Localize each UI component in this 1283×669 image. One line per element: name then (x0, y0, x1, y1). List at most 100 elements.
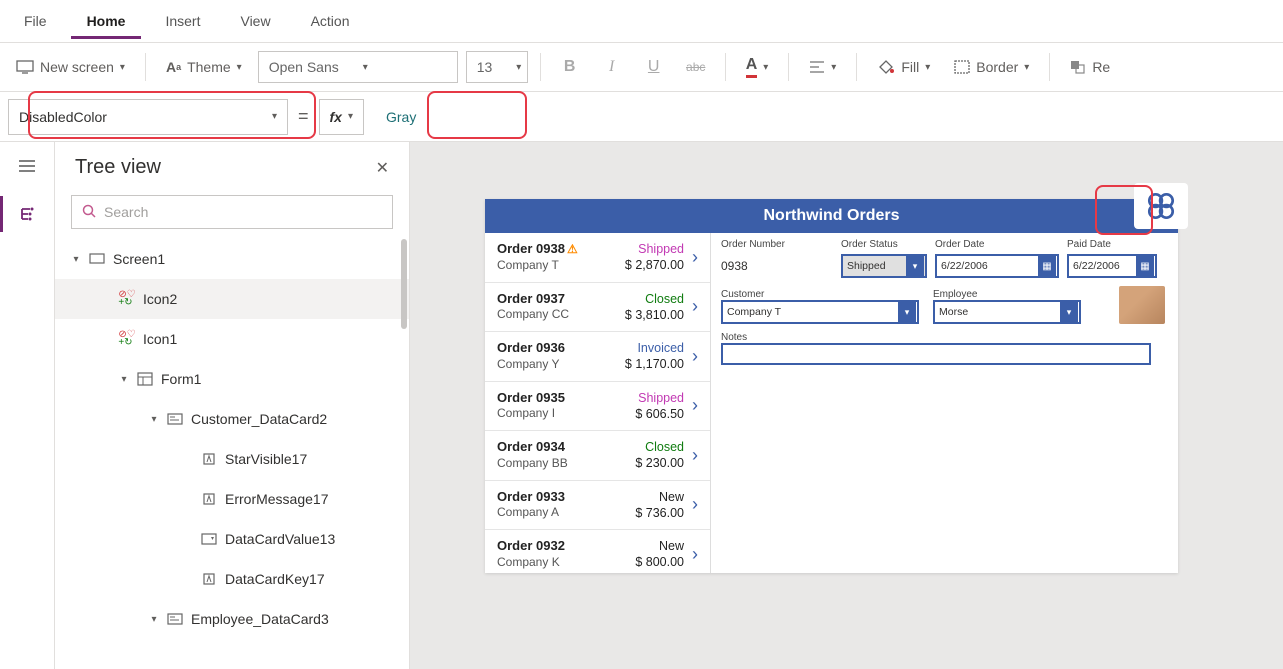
tree-item-starvisible17[interactable]: StarVisible17 (55, 439, 409, 479)
order-customer: Company K (497, 555, 565, 571)
order-number: Order 0932 (497, 538, 565, 555)
ribbon: New screen ▾ Aa Theme ▾ Open Sans ▾ 13 ▾… (0, 42, 1283, 92)
calendar-icon: ▦ (1136, 256, 1154, 276)
tree-item-icon2[interactable]: ⊘♡+↻Icon2 (55, 279, 409, 319)
app-preview: Northwind Orders Order 0938⚠Company TShi… (485, 199, 1178, 573)
tree-search[interactable]: Search (71, 195, 393, 229)
customer-dropdown[interactable]: Company T▾ (721, 300, 919, 324)
order-date-picker[interactable]: 6/22/2006▦ (935, 254, 1059, 278)
icon-double-icon: ⊘♡+↻ (119, 331, 135, 347)
menu-insert[interactable]: Insert (149, 3, 216, 39)
order-number: Order 0933 (497, 489, 565, 506)
property-name: DisabledColor (19, 109, 107, 125)
label-order-date: Order Date (935, 239, 1059, 250)
tree-item-label: ErrorMessage17 (225, 491, 329, 507)
tree-item-errormessage17[interactable]: ErrorMessage17 (55, 479, 409, 519)
order-item[interactable]: Order 0938⚠Company TShipped$ 2,870.00› (485, 233, 710, 283)
order-item[interactable]: Order 0933Company ANew$ 736.00› (485, 481, 710, 531)
menu-home[interactable]: Home (71, 3, 142, 39)
tree-item-employee_datacard3[interactable]: ▾ Employee_DataCard3 (55, 599, 409, 639)
order-status: New (659, 489, 684, 505)
app-header: Northwind Orders (485, 199, 1178, 233)
expander-icon[interactable]: ▾ (149, 414, 159, 425)
paid-date-picker[interactable]: 6/22/2006▦ (1067, 254, 1157, 278)
reorder-button[interactable]: Re (1062, 55, 1118, 79)
order-customer: Company T (497, 258, 578, 274)
order-item[interactable]: Order 0935Company IShipped$ 606.50› (485, 382, 710, 432)
expander-icon[interactable]: ▾ (71, 254, 81, 265)
chevron-right-icon: › (692, 395, 698, 416)
fill-label: Fill (901, 59, 919, 75)
order-status: Closed (645, 439, 684, 455)
order-amount: $ 800.00 (635, 554, 684, 570)
close-icon[interactable]: ✕ (376, 158, 389, 178)
tree-item-label: DataCardValue13 (225, 531, 335, 547)
menu-action[interactable]: Action (295, 3, 366, 39)
order-number: Order 0938⚠ (497, 241, 578, 258)
order-status-dropdown[interactable]: Shipped▾ (841, 254, 927, 278)
reorder-label: Re (1092, 59, 1110, 75)
chevron-right-icon: › (692, 494, 698, 515)
expander-icon[interactable]: ▾ (149, 614, 159, 625)
formula-input[interactable]: Gray (374, 99, 1275, 135)
align-icon (809, 60, 825, 74)
calendar-icon: ▦ (1038, 256, 1056, 276)
tree-item-screen1[interactable]: ▾Screen1 (55, 239, 409, 279)
italic-button[interactable]: I (595, 54, 629, 80)
order-number-value: 0938 (721, 254, 833, 278)
screen-icon (89, 253, 105, 265)
notes-input[interactable] (721, 343, 1151, 365)
chevron-right-icon: › (692, 247, 698, 268)
tree-item-datacardkey17[interactable]: DataCardKey17 (55, 559, 409, 599)
sync-icon-control[interactable] (1134, 183, 1188, 229)
reorder-icon (1070, 60, 1086, 74)
menu-view[interactable]: View (224, 3, 286, 39)
label-icon (201, 572, 217, 586)
new-screen-button[interactable]: New screen ▾ (8, 55, 133, 79)
order-item[interactable]: Order 0936Company YInvoiced$ 1,170.00› (485, 332, 710, 382)
tree-panel: Tree view ✕ Search ▾Screen1⊘♡+↻Icon2⊘♡+↻… (55, 142, 410, 669)
label-order-number: Order Number (721, 239, 833, 250)
menu-file[interactable]: File (8, 3, 63, 39)
hamburger-button[interactable] (9, 148, 45, 184)
expander-icon[interactable]: ▾ (119, 374, 129, 385)
fx-button[interactable]: fx ▾ (319, 99, 364, 135)
tree-item-label: Employee_DataCard3 (191, 611, 329, 627)
employee-dropdown[interactable]: Morse▾ (933, 300, 1081, 324)
border-icon (954, 60, 970, 74)
screen-icon (16, 60, 34, 74)
font-combo[interactable]: Open Sans ▾ (258, 51, 458, 83)
font-size-combo[interactable]: 13 ▾ (466, 51, 528, 83)
tree-view-rail-button[interactable] (0, 196, 54, 232)
order-customer: Company Y (497, 357, 565, 373)
fill-button[interactable]: Fill ▾ (869, 55, 938, 79)
scrollbar-thumb[interactable] (401, 239, 407, 329)
order-customer: Company BB (497, 456, 568, 472)
theme-button[interactable]: Aa Theme ▾ (158, 55, 250, 79)
menubar: File Home Insert View Action (0, 0, 1283, 42)
tree-item-customer_datacard2[interactable]: ▾Customer_DataCard2 (55, 399, 409, 439)
orders-gallery[interactable]: Order 0938⚠Company TShipped$ 2,870.00›Or… (485, 233, 711, 573)
underline-button[interactable]: U (637, 54, 671, 80)
tree-body: ▾Screen1⊘♡+↻Icon2⊘♡+↻Icon1▾Form1▾Custome… (55, 239, 409, 669)
chevron-down-icon: ▾ (831, 62, 836, 73)
tree-item-icon1[interactable]: ⊘♡+↻Icon1 (55, 319, 409, 359)
font-color-button[interactable]: A ▾ (738, 52, 777, 82)
order-detail-form: Order Number Order Status Order Date Pai… (711, 233, 1178, 573)
label-paid-date: Paid Date (1067, 239, 1157, 250)
tree-item-datacardvalue13[interactable]: DataCardValue13 (55, 519, 409, 559)
strikethrough-button[interactable]: abc (679, 56, 713, 78)
order-item[interactable]: Order 0934Company BBClosed$ 230.00› (485, 431, 710, 481)
bold-button[interactable]: B (553, 54, 587, 80)
order-number: Order 0936 (497, 340, 565, 357)
property-dropdown[interactable]: DisabledColor ▾ (8, 99, 288, 135)
tree-item-form1[interactable]: ▾Form1 (55, 359, 409, 399)
align-button[interactable]: ▾ (801, 56, 844, 78)
combo-icon (201, 533, 217, 545)
order-item[interactable]: Order 0932Company KNew$ 800.00› (485, 530, 710, 573)
border-button[interactable]: Border ▾ (946, 55, 1037, 79)
equals-sign: = (298, 106, 309, 127)
new-screen-label: New screen (40, 59, 114, 75)
order-item[interactable]: Order 0937Company CCClosed$ 3,810.00› (485, 283, 710, 333)
label-employee: Employee (933, 289, 1083, 300)
